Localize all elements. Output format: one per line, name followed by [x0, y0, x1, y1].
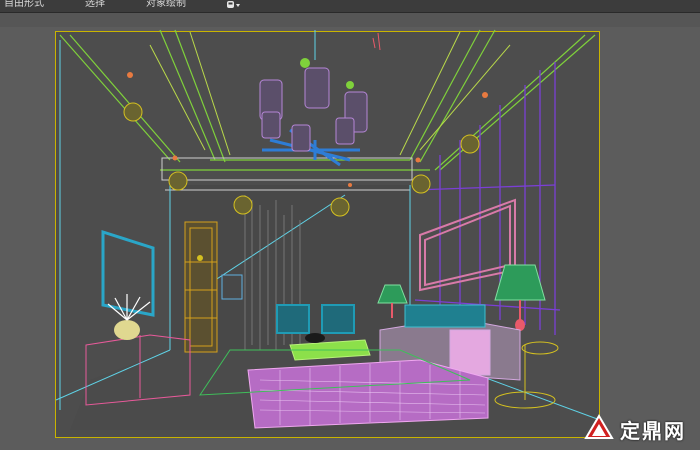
watermark-text: 定鼎网	[620, 418, 686, 443]
watermark: 定鼎网	[584, 414, 686, 444]
wall-painting-right	[419, 198, 516, 292]
door-frame	[184, 221, 218, 353]
chandelier-icon	[259, 30, 368, 167]
wall-mirror-left	[101, 229, 155, 317]
table-lamp-right	[494, 264, 546, 331]
sofa-front	[247, 359, 489, 429]
dingding-logo-icon	[584, 414, 614, 444]
wireframe-scene	[55, 29, 601, 430]
